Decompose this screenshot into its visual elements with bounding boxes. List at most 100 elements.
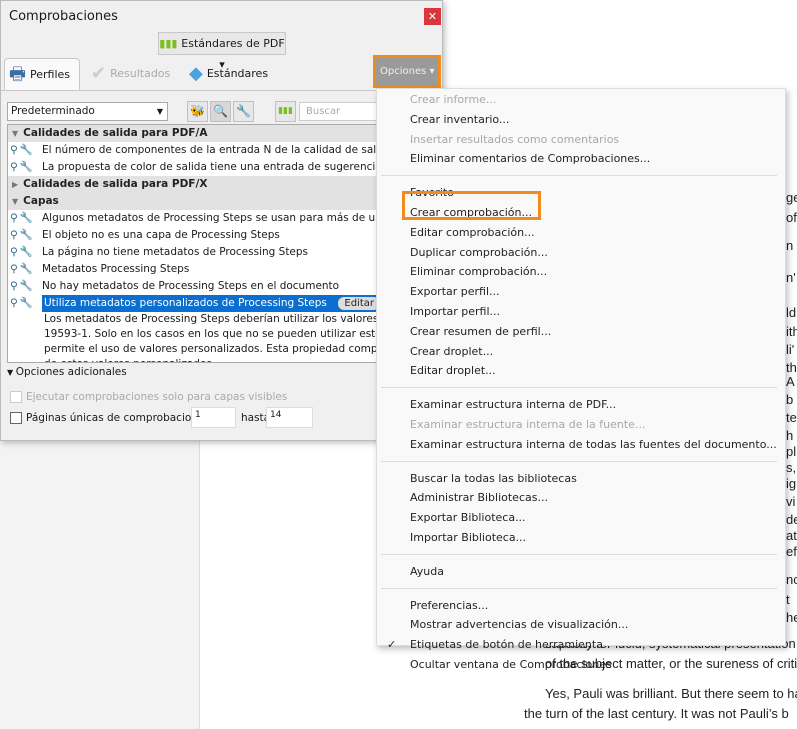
profile-select[interactable]: Predeterminado ▼ xyxy=(7,102,168,121)
list-item-label: Algunos metadatos de Processing Steps se… xyxy=(42,212,376,224)
menu-item[interactable]: Insertar resultados como comentarios xyxy=(377,130,785,150)
menu-item[interactable]: Etiquetas de botón de herramienta ✓ xyxy=(377,635,785,655)
checkbox[interactable] xyxy=(10,412,22,424)
page-to-input[interactable]: 14 xyxy=(266,407,313,428)
check-description: Los metadatos de Processing Steps deberí… xyxy=(42,312,376,362)
description-line: 19593-1. Solo en los casos en los que no… xyxy=(44,328,376,340)
list-item[interactable]: ⚲ 🔧 No hay metadatos de Processing Steps e… xyxy=(8,278,376,295)
chevron-down-icon: ▼ xyxy=(156,107,163,116)
menu-item[interactable]: Exportar perfil... xyxy=(377,282,785,302)
profiles-icon: 🖶 xyxy=(9,63,26,85)
tab-label: Estándares xyxy=(206,67,269,80)
magnifier-icon: ⚲ xyxy=(10,246,18,258)
magnifier-icon: 🔍 xyxy=(213,104,228,118)
options-button[interactable]: Opciones ▾ xyxy=(376,58,438,85)
additional-options-label: Opciones adicionales xyxy=(15,366,127,378)
check-icons: ⚲ 🔧 xyxy=(8,227,42,244)
wrench-icon: 🔧 xyxy=(19,297,33,309)
magnifier-icon: ⚲ xyxy=(10,161,18,173)
list-item[interactable]: ⚲ 🔧 El número de componentes de la entrada… xyxy=(8,142,376,159)
menu-item[interactable]: Preferencias... xyxy=(377,596,785,616)
menu-item[interactable]: Crear resumen de perfil... xyxy=(377,322,785,342)
menu-item[interactable]: Examinar estructura interna de la fuente… xyxy=(377,415,785,435)
document-text-fragment: nc xyxy=(786,572,797,587)
list-item[interactable]: ⚲ 🔧 La página no tiene metadatos de Proces… xyxy=(8,244,376,261)
wrench-icon: 🔧 xyxy=(19,144,33,156)
checkbox[interactable] xyxy=(10,391,22,403)
document-text-fragment: ith xyxy=(786,324,797,339)
menu-item[interactable]: Eliminar comentarios de Comprobaciones..… xyxy=(377,149,785,169)
list-item[interactable]: ⚲ 🔧 Algunos metadatos de Processing Steps … xyxy=(8,210,376,227)
list-item[interactable]: ⚲ 🔧 Metadatos Processing Steps xyxy=(8,261,376,278)
menu-item[interactable]: Crear inventario... xyxy=(377,110,785,130)
page-from-input[interactable]: 1 xyxy=(191,407,236,428)
menu-item[interactable]: Exportar Biblioteca... xyxy=(377,508,785,528)
single-pages-checkbox[interactable]: Páginas únicas de comprobaciones xyxy=(10,412,210,424)
list-item-label: El número de componentes de la entrada N… xyxy=(42,144,377,156)
diamond-icon: ◆ xyxy=(189,63,203,84)
list-item-label: No hay metadatos de Processing Steps en … xyxy=(42,280,340,292)
close-button[interactable]: ✕ xyxy=(424,8,441,25)
list-item[interactable]: ⚲ 🔧 El objeto no es una capa de Processing… xyxy=(8,227,376,244)
checks-filter-button[interactable]: 🔍 xyxy=(210,101,231,122)
group-header[interactable]: ▶ Calidades de salida para PDF/X xyxy=(8,176,376,193)
document-text-fragment: n' xyxy=(786,270,796,285)
list-item[interactable]: ⚲ 🔧 Utiliza metadatos personalizados de Pr… xyxy=(8,295,376,312)
fixups-button[interactable]: 🐝 xyxy=(187,101,208,122)
tab-perfiles[interactable]: 🖶 Perfiles xyxy=(4,58,80,90)
visible-layers-checkbox[interactable]: Ejecutar comprobaciones solo para capas … xyxy=(10,391,287,403)
check-icons: ⚲ 🔧 xyxy=(8,210,42,227)
group-header[interactable]: ▼ Calidades de salida para PDF/A xyxy=(8,125,376,142)
menu-item[interactable]: Importar perfil... xyxy=(377,302,785,322)
document-text-fragment: of xyxy=(786,210,797,225)
checkmark-icon: ✓ xyxy=(387,638,397,652)
pdf-standards-button[interactable]: ▮▮▮ Estándares de PDF ▾ xyxy=(158,32,286,71)
group-label: Calidades de salida para PDF/X xyxy=(23,178,208,190)
triangle-right-icon: ▶ xyxy=(12,180,19,189)
menu-item[interactable]: Eliminar comprobación... xyxy=(377,262,785,282)
menu-item[interactable]: Editar droplet... xyxy=(377,361,785,381)
menu-item[interactable]: Editar comprobación... xyxy=(377,223,785,243)
checkbox-label: Ejecutar comprobaciones solo para capas … xyxy=(26,391,288,403)
additional-options-toggle[interactable]: ▼ Opciones adicionales xyxy=(7,366,127,378)
triangle-down-icon: ▼ xyxy=(7,368,16,377)
menu-item[interactable]: Importar Biblioteca... xyxy=(377,528,785,548)
standards-filter-button[interactable]: ▮▮▮ xyxy=(275,101,296,122)
menu-item[interactable]: Buscar la todas las bibliotecas xyxy=(377,469,785,489)
menu-item[interactable]: Examinar estructura interna de todas las… xyxy=(377,435,785,455)
list-item[interactable]: ⚲ 🔧 La propuesta de color de salida tiene … xyxy=(8,159,376,176)
menu-item[interactable]: Examinar estructura interna de PDF... xyxy=(377,395,785,415)
tab-estandares[interactable]: ◆ Estándares xyxy=(189,58,268,90)
check-icons: ⚲ 🔧 xyxy=(8,142,42,159)
standards-icon: ▮▮▮ xyxy=(159,37,182,50)
search-input[interactable]: Buscar xyxy=(299,102,379,121)
document-text-fragment: A xyxy=(786,374,795,389)
document-text-fragment: ld xyxy=(786,305,797,320)
menu-item[interactable]: Crear informe... xyxy=(377,90,785,110)
options-menu: Crear informe... Crear inventario... Inser… xyxy=(376,88,786,671)
document-text-fragment: he xyxy=(786,610,797,625)
standards-icon: ▮▮▮ xyxy=(278,106,293,116)
check-icons: ⚲ 🔧 xyxy=(8,278,42,295)
fixup-filter-button[interactable]: 🔧 xyxy=(233,101,254,122)
menu-item[interactable]: Duplicar comprobación... xyxy=(377,243,785,263)
menu-item[interactable]: Crear droplet... xyxy=(377,342,785,362)
menu-item[interactable]: Ayuda xyxy=(377,562,785,582)
menu-item[interactable]: Administrar Bibliotecas... xyxy=(377,488,785,508)
menu-separator xyxy=(381,460,777,462)
menu-item[interactable]: Ocultar ventana de Comprobaciones xyxy=(377,655,785,675)
profile-select-value: Predeterminado xyxy=(11,105,95,117)
group-header[interactable]: ▼ Capas xyxy=(8,193,376,210)
tab-resultados[interactable]: ✔ Resultados xyxy=(91,58,170,90)
document-text-fragment: at xyxy=(786,528,797,543)
options-button-highlight[interactable]: Opciones ▾ xyxy=(373,55,441,88)
edit-button[interactable]: Editar xyxy=(338,297,376,310)
list-item-label: La página no tiene metadatos de Processi… xyxy=(42,246,309,258)
wrench-icon: 🔧 xyxy=(19,280,33,292)
document-text-fragment: s, xyxy=(786,460,797,475)
wrench-icon: 🔧 xyxy=(19,246,33,258)
document-text-fragment: vi xyxy=(786,494,796,509)
menu-item[interactable]: Mostrar advertencias de visualización... xyxy=(377,615,785,635)
document-text-fragment: b xyxy=(786,392,794,407)
wrench-icon: 🔧 xyxy=(19,263,33,275)
